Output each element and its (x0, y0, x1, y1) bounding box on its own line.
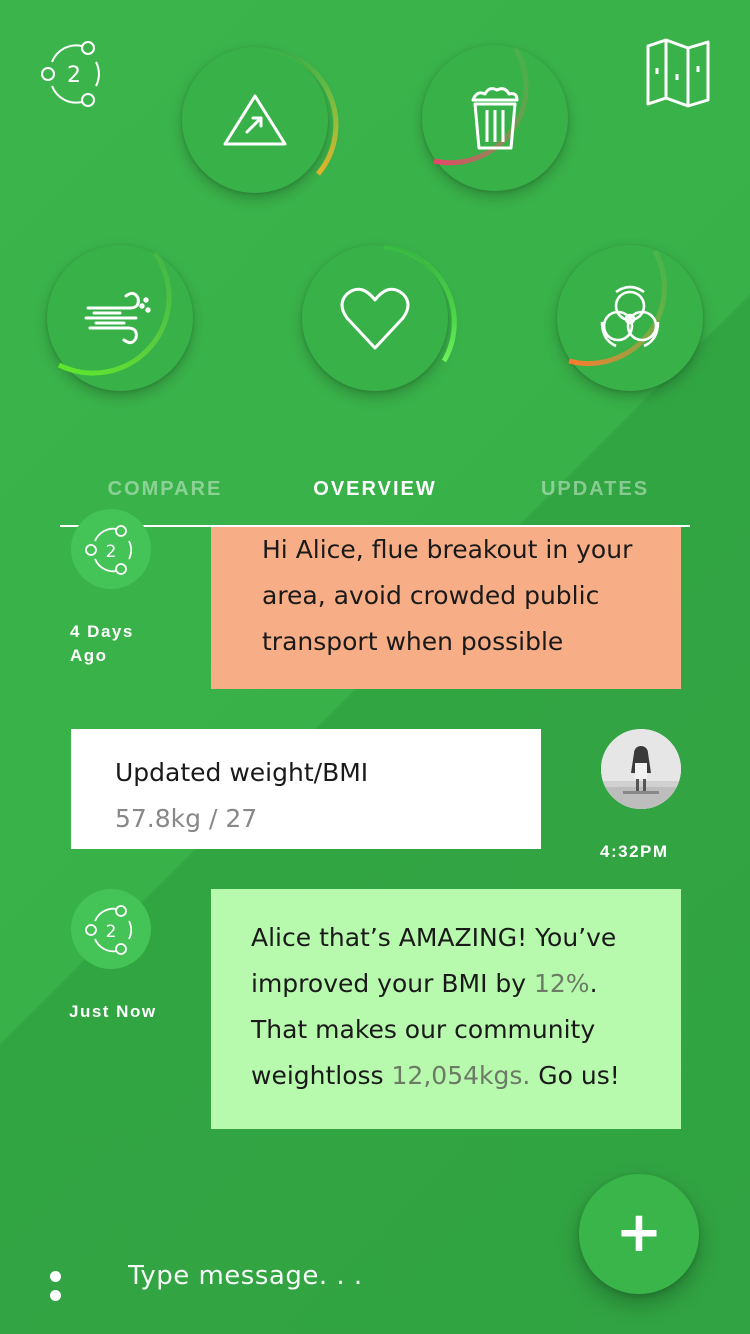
warning-triangle-arrow-icon (215, 80, 295, 160)
message-input[interactable] (128, 1252, 548, 1300)
gauge-alerts[interactable] (180, 45, 340, 205)
tab-overview[interactable]: OVERVIEW (270, 478, 480, 501)
add-button[interactable]: + (579, 1174, 699, 1294)
tab-bar: COMPARE OVERVIEW UPDATES (60, 460, 690, 526)
gauge-air[interactable] (45, 243, 205, 403)
svg-text:2: 2 (106, 542, 117, 562)
app-logo-icon[interactable]: 2 (38, 38, 110, 110)
more-options-icon[interactable] (50, 1267, 82, 1301)
message-bubble-alert[interactable]: Hi Alice, flue breakout in your area, av… (211, 527, 681, 689)
weightloss-total: 12,054kgs. (391, 1061, 531, 1090)
tab-compare[interactable]: COMPARE (60, 478, 270, 501)
message-line: improved your BMI by 12%. (251, 969, 598, 998)
bmi-percent: 12% (534, 969, 590, 998)
gauge-biohazard[interactable] (555, 243, 715, 403)
map-icon[interactable] (644, 38, 712, 108)
gauge-health[interactable] (300, 243, 460, 403)
message-title: Updated weight/BMI (115, 758, 369, 787)
message-line: That makes our community (251, 1015, 596, 1044)
heart-icon (335, 278, 415, 358)
gauge-waste[interactable] (420, 43, 580, 203)
svg-text:2: 2 (106, 922, 117, 942)
message-line: Hi Alice, flue breakout in your (262, 535, 633, 564)
message-value: 57.8kg / 27 (115, 804, 258, 833)
message-bubble-achievement[interactable]: Alice that’s AMAZING! You’ve improved yo… (211, 889, 681, 1129)
tab-updates[interactable]: UPDATES (490, 478, 700, 501)
message-bubble-user[interactable]: Updated weight/BMI 57.8kg / 27 (71, 729, 541, 849)
user-avatar[interactable] (601, 729, 681, 809)
message-line: area, avoid crowded public (262, 581, 600, 610)
message-line: Alice that’s AMAZING! You’ve (251, 923, 617, 952)
biohazard-icon (590, 278, 670, 358)
message-time: 4:32PM (600, 842, 669, 861)
trash-bin-icon (455, 78, 535, 158)
bot-avatar: 2 (71, 889, 151, 969)
message-line: transport when possible (262, 627, 564, 656)
message-line: weightloss 12,054kgs. Go us! (251, 1061, 620, 1090)
wind-icon (80, 278, 160, 358)
bot-avatar: 2 (71, 509, 151, 589)
message-time: Just Now (69, 1002, 157, 1021)
message-time: 4 Days Ago (70, 622, 134, 665)
logo-number: 2 (67, 63, 81, 88)
